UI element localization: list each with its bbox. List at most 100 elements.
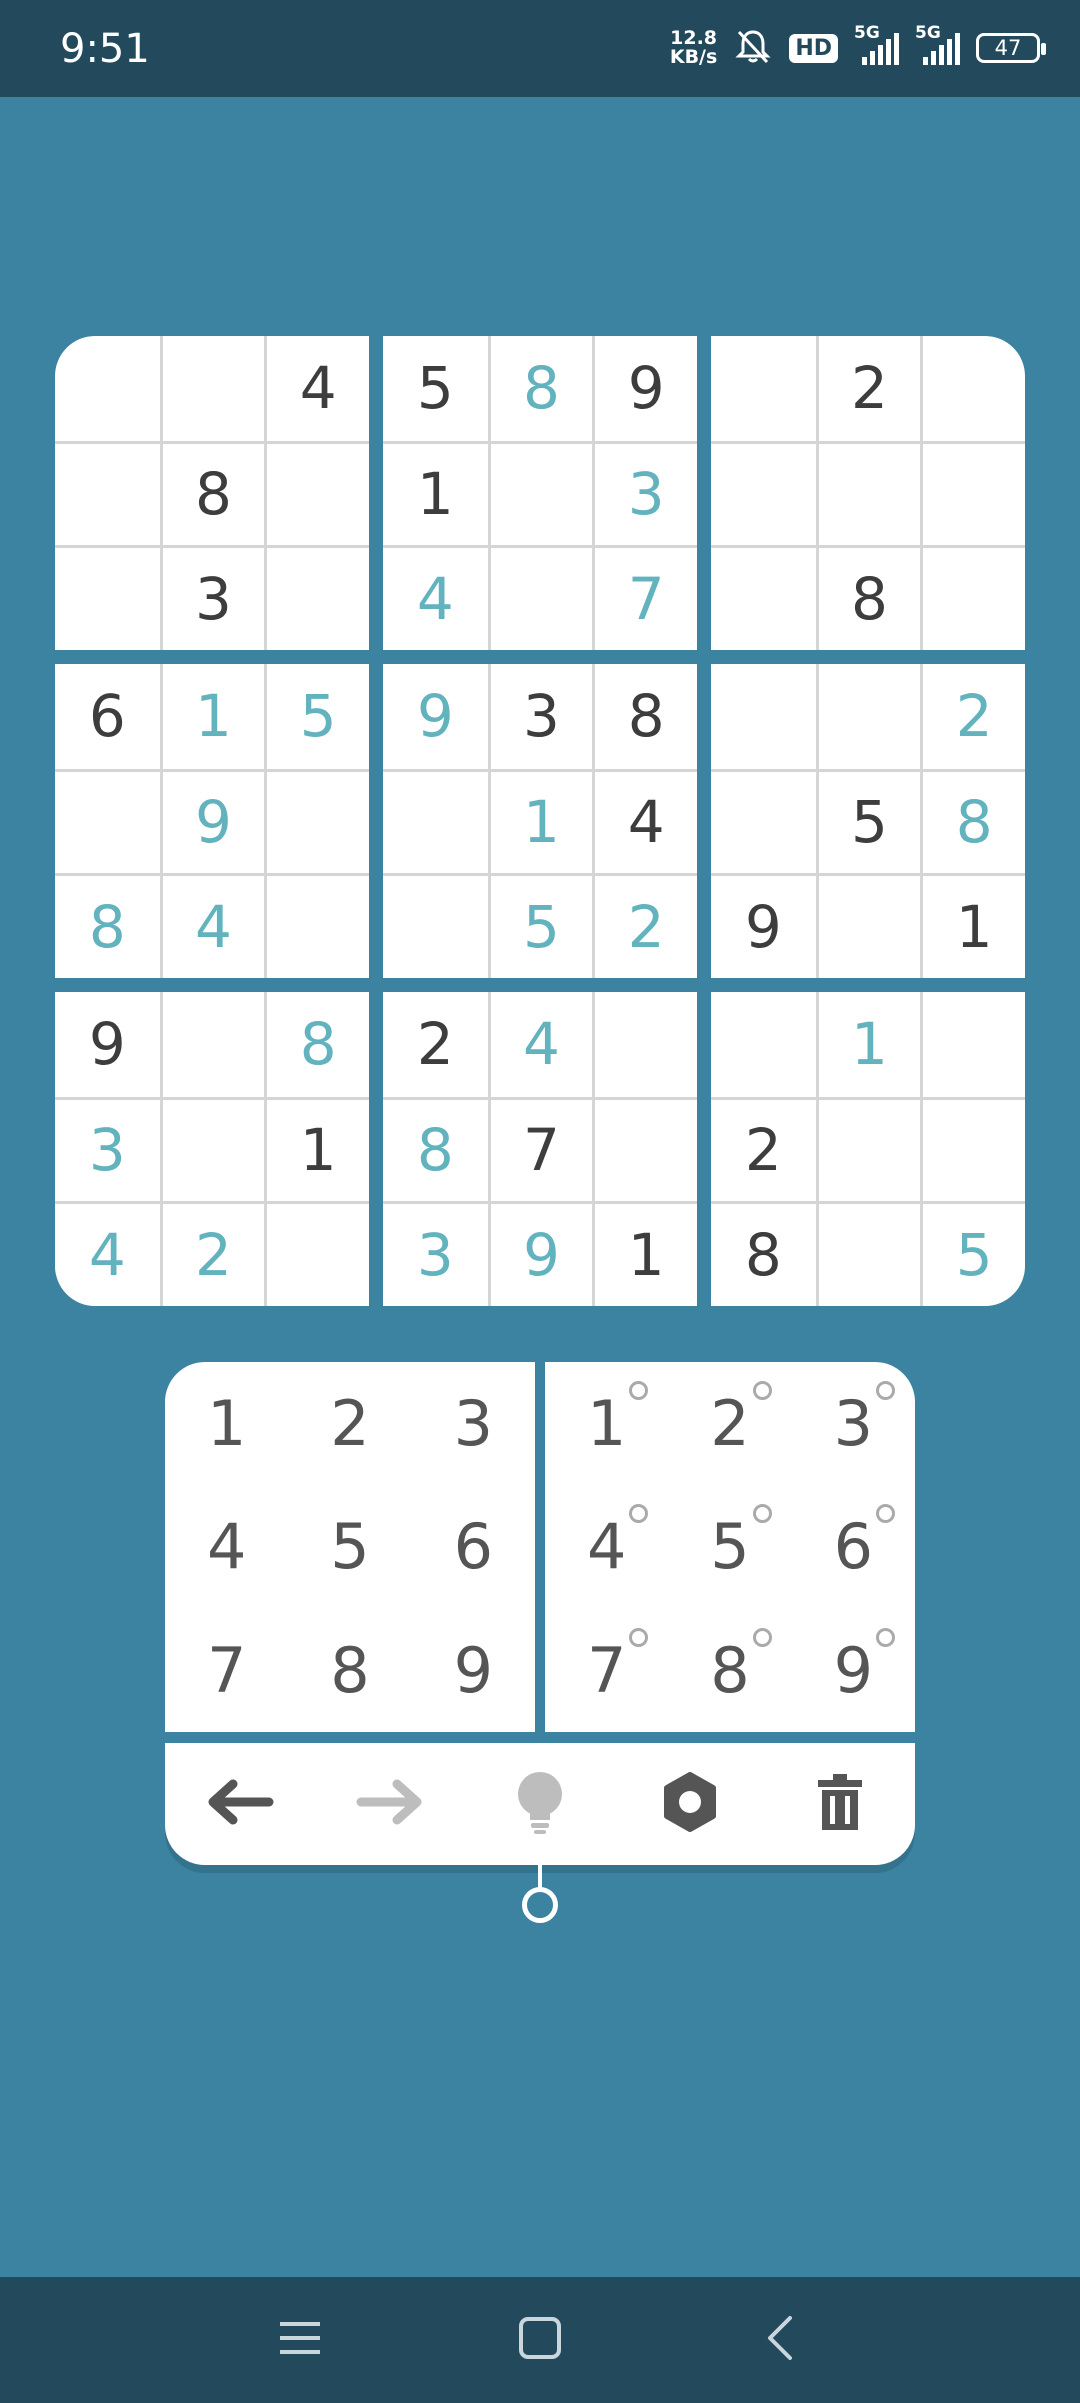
sudoku-cell[interactable] <box>920 336 1025 441</box>
sudoku-cell[interactable]: 2 <box>592 873 697 978</box>
sudoku-cell[interactable] <box>711 664 816 769</box>
sudoku-cell[interactable]: 4 <box>159 873 265 978</box>
sudoku-cell[interactable]: 1 <box>487 768 593 874</box>
note-digit-button[interactable]: 2 <box>668 1362 791 1485</box>
sudoku-cell[interactable] <box>487 440 593 546</box>
sudoku-cell[interactable]: 3 <box>159 545 265 650</box>
sudoku-cell[interactable] <box>815 1201 921 1306</box>
sudoku-cell[interactable]: 4 <box>55 1201 160 1306</box>
sudoku-cell[interactable]: 8 <box>592 664 697 769</box>
sudoku-cell[interactable] <box>55 336 160 441</box>
sudoku-cell[interactable]: 2 <box>815 336 921 441</box>
sudoku-cell[interactable] <box>487 545 593 650</box>
note-digit-button[interactable]: 8 <box>668 1609 791 1732</box>
sudoku-cell[interactable] <box>592 992 697 1097</box>
sudoku-cell[interactable]: 3 <box>592 440 697 546</box>
sudoku-cell[interactable] <box>815 664 921 769</box>
digit-button[interactable]: 3 <box>412 1362 535 1485</box>
sudoku-cell[interactable]: 2 <box>383 992 488 1097</box>
sudoku-cell[interactable] <box>711 440 816 546</box>
sudoku-cell[interactable] <box>264 873 369 978</box>
note-digit-button[interactable]: 4 <box>545 1485 668 1608</box>
sudoku-cell[interactable]: 5 <box>487 873 593 978</box>
sudoku-cell[interactable] <box>264 1201 369 1306</box>
sudoku-cell[interactable]: 4 <box>264 336 369 441</box>
delete-button[interactable] <box>790 1754 890 1854</box>
digit-button[interactable]: 7 <box>165 1609 288 1732</box>
settings-button[interactable] <box>640 1754 740 1854</box>
sudoku-cell[interactable]: 3 <box>487 664 593 769</box>
sudoku-cell[interactable] <box>264 545 369 650</box>
sudoku-cell[interactable]: 4 <box>592 768 697 874</box>
sudoku-cell[interactable]: 9 <box>592 336 697 441</box>
digit-button[interactable]: 1 <box>165 1362 288 1485</box>
sudoku-cell[interactable] <box>920 1096 1025 1202</box>
sudoku-cell[interactable]: 3 <box>383 1201 488 1306</box>
sudoku-cell[interactable] <box>264 440 369 546</box>
sudoku-cell[interactable]: 8 <box>920 768 1025 874</box>
sudoku-cell[interactable]: 1 <box>592 1201 697 1306</box>
sudoku-cell[interactable]: 9 <box>55 992 160 1097</box>
sudoku-cell[interactable] <box>920 545 1025 650</box>
sudoku-cell[interactable]: 9 <box>487 1201 593 1306</box>
sudoku-cell[interactable]: 1 <box>920 873 1025 978</box>
sudoku-cell[interactable] <box>920 992 1025 1097</box>
digit-button[interactable]: 8 <box>288 1609 411 1732</box>
note-digit-button[interactable]: 5 <box>668 1485 791 1608</box>
sudoku-cell[interactable]: 7 <box>487 1096 593 1202</box>
sudoku-cell[interactable]: 9 <box>383 664 488 769</box>
recents-button[interactable] <box>260 2300 340 2380</box>
sudoku-cell[interactable] <box>55 768 160 874</box>
sudoku-cell[interactable] <box>920 440 1025 546</box>
back-button[interactable] <box>740 2300 820 2380</box>
sudoku-cell[interactable] <box>159 1096 265 1202</box>
digit-button[interactable]: 2 <box>288 1362 411 1485</box>
sudoku-cell[interactable]: 4 <box>487 992 593 1097</box>
sudoku-cell[interactable] <box>711 992 816 1097</box>
sudoku-cell[interactable]: 8 <box>264 992 369 1097</box>
sudoku-cell[interactable] <box>815 873 921 978</box>
toolbar-drag-handle[interactable] <box>522 1887 558 1923</box>
sudoku-cell[interactable] <box>159 336 265 441</box>
digit-button[interactable]: 5 <box>288 1485 411 1608</box>
sudoku-cell[interactable]: 6 <box>55 664 160 769</box>
sudoku-cell[interactable]: 7 <box>592 545 697 650</box>
sudoku-cell[interactable]: 9 <box>159 768 265 874</box>
sudoku-cell[interactable]: 2 <box>920 664 1025 769</box>
sudoku-cell[interactable]: 8 <box>815 545 921 650</box>
sudoku-cell[interactable] <box>815 440 921 546</box>
note-digit-button[interactable]: 7 <box>545 1609 668 1732</box>
sudoku-cell[interactable] <box>264 768 369 874</box>
sudoku-cell[interactable] <box>711 336 816 441</box>
sudoku-cell[interactable] <box>711 545 816 650</box>
hint-button[interactable] <box>490 1754 590 1854</box>
sudoku-cell[interactable] <box>592 1096 697 1202</box>
digit-button[interactable]: 9 <box>412 1609 535 1732</box>
note-digit-button[interactable]: 1 <box>545 1362 668 1485</box>
sudoku-cell[interactable]: 2 <box>159 1201 265 1306</box>
sudoku-cell[interactable]: 3 <box>55 1096 160 1202</box>
note-digit-button[interactable]: 3 <box>792 1362 915 1485</box>
sudoku-cell[interactable]: 5 <box>264 664 369 769</box>
sudoku-cell[interactable]: 1 <box>815 992 921 1097</box>
undo-button[interactable] <box>190 1754 290 1854</box>
sudoku-cell[interactable] <box>55 545 160 650</box>
sudoku-cell[interactable]: 1 <box>264 1096 369 1202</box>
note-digit-button[interactable]: 6 <box>792 1485 915 1608</box>
home-button[interactable] <box>500 2300 580 2380</box>
sudoku-cell[interactable] <box>159 992 265 1097</box>
sudoku-cell[interactable]: 1 <box>383 440 488 546</box>
note-digit-button[interactable]: 9 <box>792 1609 915 1732</box>
sudoku-cell[interactable]: 9 <box>711 873 816 978</box>
digit-button[interactable]: 6 <box>412 1485 535 1608</box>
sudoku-cell[interactable]: 5 <box>920 1201 1025 1306</box>
redo-button[interactable] <box>340 1754 440 1854</box>
sudoku-cell[interactable]: 5 <box>383 336 488 441</box>
sudoku-cell[interactable]: 1 <box>159 664 265 769</box>
sudoku-cell[interactable]: 8 <box>383 1096 488 1202</box>
sudoku-cell[interactable] <box>815 1096 921 1202</box>
sudoku-cell[interactable]: 8 <box>159 440 265 546</box>
sudoku-cell[interactable]: 8 <box>711 1201 816 1306</box>
sudoku-cell[interactable] <box>383 768 488 874</box>
digit-button[interactable]: 4 <box>165 1485 288 1608</box>
